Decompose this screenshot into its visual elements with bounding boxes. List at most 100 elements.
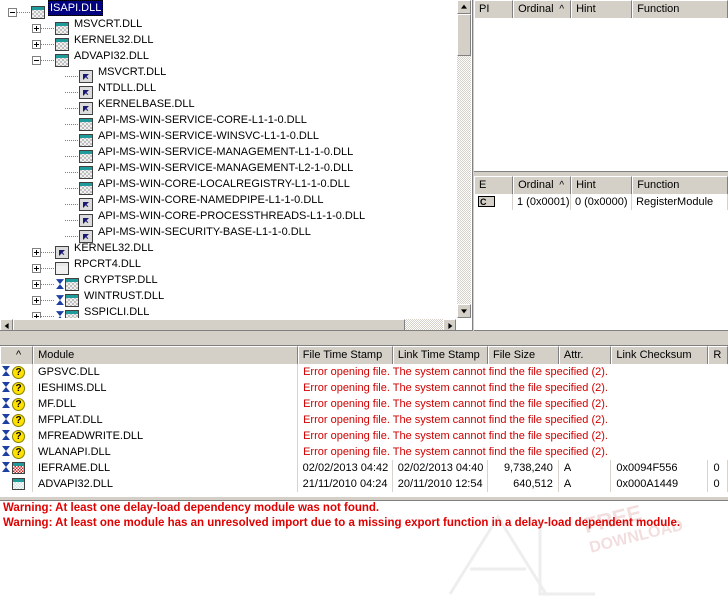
tree-item[interactable]: RPCRT4.DLL xyxy=(0,256,456,272)
tree-item[interactable]: API-MS-WIN-SERVICE-CORE-L1-1-0.DLL xyxy=(0,112,456,128)
entry-point-badge: C xyxy=(478,196,495,207)
file-time-stamp-cell: 02/02/2013 04:42 xyxy=(298,460,393,476)
module-row-list[interactable]: ?GPSVC.DLLError opening file. The system… xyxy=(0,364,728,492)
exports-column-header-e[interactable]: E xyxy=(474,176,513,194)
scroll-down-arrow-icon[interactable] xyxy=(457,304,471,318)
module-row[interactable]: IEFRAME.DLL02/02/2013 04:4202/02/2013 04… xyxy=(0,460,728,476)
module-row[interactable]: ?MF.DLLError opening file. The system ca… xyxy=(0,396,728,412)
tree-item[interactable]: NTDLL.DLL xyxy=(0,80,456,96)
missing-module-question-icon: ? xyxy=(12,366,25,379)
module-column-header-module[interactable]: Module xyxy=(33,346,298,364)
tree-item[interactable]: API-MS-WIN-SERVICE-MANAGEMENT-L1-1-0.DLL xyxy=(0,144,456,160)
tree-item-label: API-MS-WIN-SERVICE-CORE-L1-1-0.DLL xyxy=(96,112,309,128)
module-row[interactable]: ?IESHIMS.DLLError opening file. The syst… xyxy=(0,380,728,396)
column-header-label: Attr. xyxy=(564,349,584,361)
column-header-label: Ordinal xyxy=(518,3,553,15)
link-time-stamp-cell: 20/11/2010 12:54 xyxy=(393,476,488,492)
module-row[interactable]: ?MFPLAT.DLLError opening file. The syste… xyxy=(0,412,728,428)
tree-connector-line xyxy=(41,44,55,45)
tree-vscroll-track[interactable] xyxy=(457,14,471,304)
scroll-up-arrow-icon[interactable] xyxy=(457,0,471,14)
tree-item[interactable]: ADVAPI32.DLL xyxy=(0,48,456,64)
tree-indent xyxy=(0,304,32,318)
module-row[interactable]: ?GPSVC.DLLError opening file. The system… xyxy=(0,364,728,380)
module-row[interactable]: ADVAPI32.DLL21/11/2010 04:2420/11/2010 1… xyxy=(0,476,728,492)
scroll-right-arrow-icon[interactable] xyxy=(443,319,456,331)
tree-item[interactable]: ISAPI.DLL xyxy=(0,0,456,16)
tree-item-label: WINTRUST.DLL xyxy=(82,288,166,304)
module-column-header-link-time-stamp[interactable]: Link Time Stamp xyxy=(393,346,488,364)
tree-item[interactable]: KERNEL32.DLL xyxy=(0,32,456,48)
missing-module-question-icon: ? xyxy=(12,382,25,395)
imports-column-header-function[interactable]: Function xyxy=(632,0,728,18)
tree-hscroll-thumb[interactable] xyxy=(13,319,405,331)
imports-column-header-hint[interactable]: Hint xyxy=(571,0,632,18)
imports-column-header-pi[interactable]: PI xyxy=(474,0,513,18)
module-error-cell: Error opening file. The system cannot fi… xyxy=(298,364,728,380)
missing-module-question-icon: ? xyxy=(12,414,25,427)
tree-item[interactable]: KERNELBASE.DLL xyxy=(0,96,456,112)
module-column-header-attr-[interactable]: Attr. xyxy=(559,346,612,364)
tree-horizontal-scrollbar[interactable] xyxy=(0,319,456,331)
module-column-header-file-time-stamp[interactable]: File Time Stamp xyxy=(298,346,393,364)
column-header-label: ^ xyxy=(16,349,21,361)
module-column-header-link-checksum[interactable]: Link Checksum xyxy=(611,346,708,364)
sort-ascending-icon: ^ xyxy=(559,1,564,18)
export-hint-cell: 0 (0x0000) xyxy=(571,194,632,210)
tree-item[interactable]: API-MS-WIN-SECURITY-BASE-L1-1-0.DLL xyxy=(0,224,456,240)
module-column-header[interactable]: ^ Module File Time StampLink Time StampFil… xyxy=(0,346,728,364)
module-column-header-r[interactable]: R xyxy=(708,346,728,364)
tree-indent xyxy=(0,32,32,48)
tree-indent xyxy=(0,128,56,144)
tree-item[interactable]: SSPICLI.DLL xyxy=(0,304,456,318)
tree-item[interactable]: API-MS-WIN-CORE-LOCALREGISTRY-L1-1-0.DLL xyxy=(0,176,456,192)
tree-item[interactable]: MSVCRT.DLL xyxy=(0,16,456,32)
tree-item[interactable]: CRYPTSP.DLL xyxy=(0,272,456,288)
tree-item[interactable]: API-MS-WIN-SERVICE-MANAGEMENT-L2-1-0.DLL xyxy=(0,160,456,176)
scroll-left-arrow-icon[interactable] xyxy=(0,319,13,331)
tree-expander-toggle[interactable] xyxy=(32,312,41,318)
column-header-label: Hint xyxy=(576,3,596,15)
tree-item[interactable]: KERNEL32.DLL xyxy=(0,240,456,256)
exports-row[interactable]: C1 (0x0001)0 (0x0000)RegisterModule xyxy=(474,194,728,210)
link-time-stamp-cell: 02/02/2013 04:40 xyxy=(393,460,488,476)
tree-indent xyxy=(0,240,32,256)
exports-row-list[interactable]: C1 (0x0001)0 (0x0000)RegisterModule xyxy=(474,194,728,210)
warning-message: Warning: At least one delay-load depende… xyxy=(0,501,728,516)
module-error-cell: Error opening file. The system cannot fi… xyxy=(298,444,728,460)
column-header-label: E xyxy=(479,179,486,191)
tree-vertical-scrollbar[interactable] xyxy=(457,0,471,318)
imports-column-header[interactable]: PI Ordinal ^ Hint Function xyxy=(474,0,728,18)
column-header-label: Module xyxy=(38,349,74,361)
tree-item-label: ISAPI.DLL xyxy=(48,0,103,16)
delay-load-hourglass-icon xyxy=(1,397,11,410)
module-column-header-file-size[interactable]: File Size xyxy=(488,346,559,364)
module-dependency-tree-panel: ISAPI.DLLMSVCRT.DLLKERNEL32.DLLADVAPI32.… xyxy=(0,0,473,331)
tree-indent xyxy=(0,208,56,224)
imports-column-header-ordinal[interactable]: Ordinal ^ xyxy=(513,0,571,18)
module-column-header--[interactable]: ^ xyxy=(0,346,33,364)
module-row[interactable]: ?MFREADWRITE.DLLError opening file. The … xyxy=(0,428,728,444)
tree-item[interactable]: API-MS-WIN-CORE-PROCESSTHREADS-L1-1-0.DL… xyxy=(0,208,456,224)
tree-indent xyxy=(0,272,32,288)
module-row[interactable]: ?WLANAPI.DLLError opening file. The syst… xyxy=(0,444,728,460)
tree-item-label: API-MS-WIN-SECURITY-BASE-L1-1-0.DLL xyxy=(96,224,313,240)
tree-connector-line xyxy=(65,236,79,237)
tree-scroll-viewport[interactable]: ISAPI.DLLMSVCRT.DLLKERNEL32.DLLADVAPI32.… xyxy=(0,0,456,318)
exports-column-header-function[interactable]: Function xyxy=(632,176,728,194)
tree-connector-line xyxy=(41,316,55,317)
real-checksum-cell: 0 xyxy=(708,460,728,476)
log-output-panel[interactable]: FREE DOWNLOAD Warning: At least one dela… xyxy=(0,500,728,605)
tree-item[interactable]: WINTRUST.DLL xyxy=(0,288,456,304)
exports-column-header-ordinal[interactable]: Ordinal^ xyxy=(513,176,571,194)
exports-column-header-hint[interactable]: Hint xyxy=(571,176,632,194)
tree-item[interactable]: API-MS-WIN-CORE-NAMEDPIPE-L1-1-0.DLL xyxy=(0,192,456,208)
parent-imports-panel: PI Ordinal ^ Hint Function xyxy=(474,0,728,172)
tree-item[interactable]: API-MS-WIN-SERVICE-WINSVC-L1-1-0.DLL xyxy=(0,128,456,144)
tree-item-label: KERNEL32.DLL xyxy=(72,32,156,48)
delay-load-hourglass-icon xyxy=(1,365,11,378)
tree-vscroll-thumb[interactable] xyxy=(457,14,471,56)
exports-column-header[interactable]: E Ordinal^HintFunction xyxy=(474,176,728,194)
tree-item[interactable]: MSVCRT.DLL xyxy=(0,64,456,80)
tree-hscroll-track[interactable] xyxy=(13,319,443,331)
